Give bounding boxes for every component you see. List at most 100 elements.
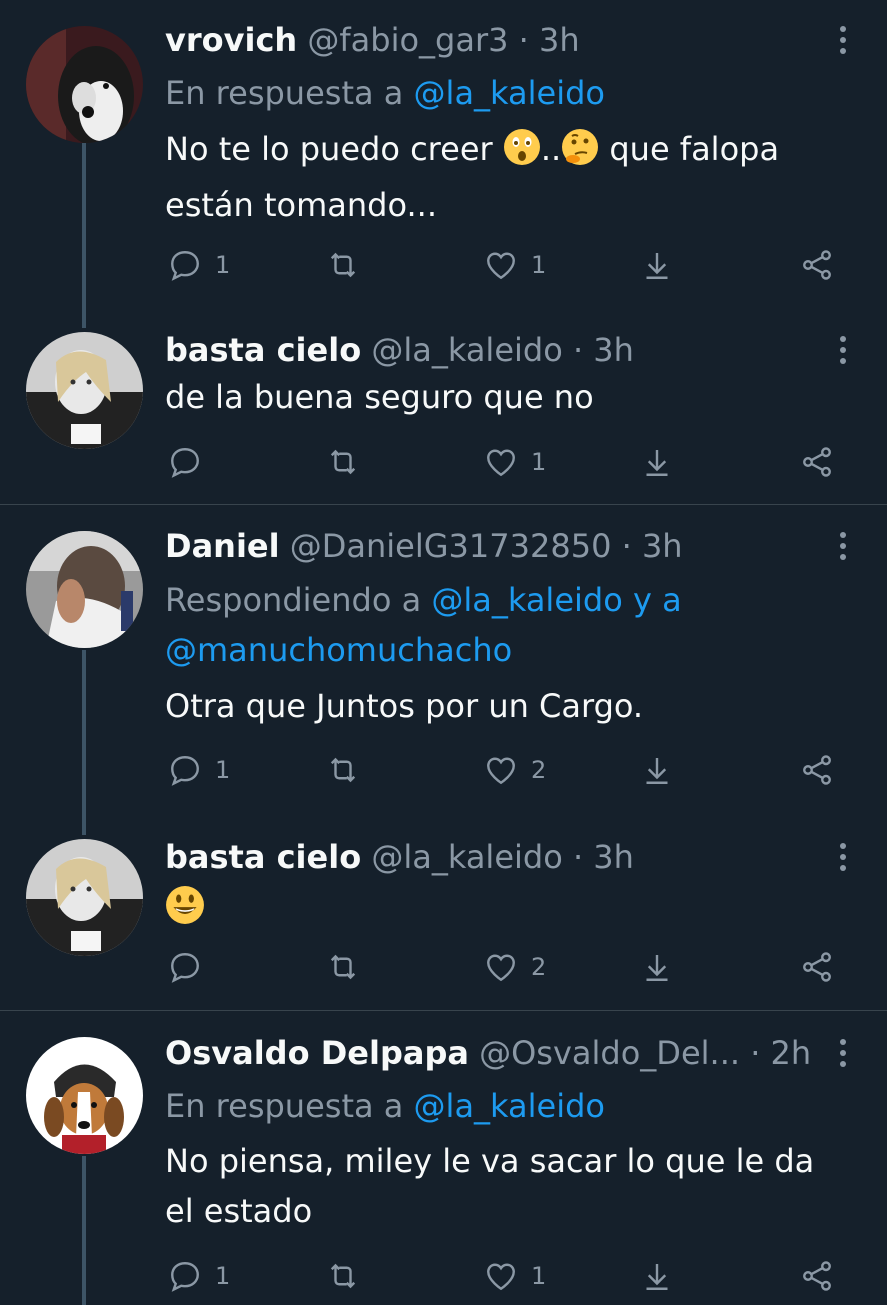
- download-button[interactable]: [639, 1256, 675, 1296]
- separator: ·: [572, 838, 584, 876]
- retweet-button[interactable]: [325, 750, 361, 790]
- share-button[interactable]: [799, 245, 835, 285]
- like-icon: [487, 757, 515, 785]
- reply-count: 1: [215, 756, 231, 784]
- like-icon: [487, 449, 515, 477]
- download-button[interactable]: [639, 750, 675, 790]
- reply-button[interactable]: [167, 442, 215, 482]
- replying-to: En respuesta a @la_kaleido: [165, 1081, 605, 1131]
- download-button[interactable]: [639, 947, 675, 987]
- retweet-button[interactable]: [325, 1256, 361, 1296]
- text-segment: No piensa, miley le va sacar lo que le d…: [165, 1142, 815, 1180]
- tweet-header: vrovich @fabio_gar3 · 3h: [165, 18, 827, 62]
- share-icon: [803, 1261, 831, 1291]
- more-icon[interactable]: [828, 835, 858, 879]
- tweet[interactable]: basta cielo @la_kaleido · 3h de la buena…: [0, 328, 887, 504]
- mention-link[interactable]: @la_kaleido: [414, 1087, 605, 1125]
- separator: ·: [750, 1034, 761, 1072]
- avatar[interactable]: [26, 839, 143, 956]
- thinking-face-icon: [561, 128, 599, 180]
- more-icon[interactable]: [828, 524, 858, 568]
- tweet[interactable]: Osvaldo Delpapa @Osvaldo_Del... · 2h En …: [0, 1011, 887, 1305]
- more-icon[interactable]: [828, 18, 858, 62]
- share-button[interactable]: [799, 750, 835, 790]
- tweet-text: [165, 883, 855, 939]
- author-name[interactable]: Daniel: [165, 527, 280, 565]
- avatar[interactable]: [26, 332, 143, 449]
- author-handle[interactable]: @Osvaldo_Del...: [479, 1034, 740, 1072]
- like-button[interactable]: 1: [483, 442, 546, 482]
- share-icon: [803, 250, 831, 280]
- tweet-actions: 1 2: [165, 750, 845, 790]
- share-button[interactable]: [799, 442, 835, 482]
- tweet-header: basta cielo @la_kaleido · 3h: [165, 835, 827, 879]
- download-icon: [646, 253, 668, 279]
- download-icon: [646, 1264, 668, 1290]
- tweet-text: Otra que Juntos por un Cargo.: [165, 687, 644, 725]
- share-button[interactable]: [799, 1256, 835, 1296]
- timestamp[interactable]: 3h: [642, 527, 683, 565]
- like-button[interactable]: 1: [483, 1256, 546, 1296]
- reply-icon: [171, 756, 199, 786]
- like-count: 2: [531, 953, 547, 981]
- retweet-button[interactable]: [325, 947, 361, 987]
- timestamp[interactable]: 2h: [771, 1034, 812, 1072]
- author-handle[interactable]: @la_kaleido: [371, 838, 562, 876]
- author-name[interactable]: vrovich: [165, 21, 297, 59]
- replying-to-line2: @manuchomuchacho: [165, 625, 512, 675]
- replying-label: En respuesta a: [165, 74, 404, 112]
- text-segment: están tomando...: [165, 186, 437, 224]
- mention-link[interactable]: @la_kaleido y a: [431, 581, 681, 619]
- timestamp[interactable]: 3h: [593, 838, 634, 876]
- reply-button[interactable]: 1: [167, 750, 230, 790]
- like-button[interactable]: 2: [483, 947, 546, 987]
- tweet[interactable]: basta cielo @la_kaleido · 3h 2: [0, 835, 887, 1011]
- tweet-text: No te lo puedo creer .. que falopa están…: [165, 124, 855, 230]
- tweet-actions: 1 1: [165, 245, 845, 285]
- avatar[interactable]: [26, 531, 143, 648]
- separator: ·: [572, 331, 584, 369]
- retweet-button[interactable]: [325, 245, 361, 285]
- reply-icon: [171, 953, 199, 983]
- tweet-text: No piensa, miley le va sacar lo que le d…: [165, 1136, 855, 1236]
- like-button[interactable]: 1: [483, 245, 546, 285]
- tweet[interactable]: Daniel @DanielG31732850 · 3h Respondiend…: [0, 505, 887, 835]
- avatar[interactable]: [26, 26, 143, 143]
- download-button[interactable]: [639, 442, 675, 482]
- like-button[interactable]: 2: [483, 750, 546, 790]
- download-icon: [646, 450, 668, 476]
- reply-icon: [171, 1262, 199, 1292]
- timestamp[interactable]: 3h: [539, 21, 580, 59]
- tweet-actions: 1 1: [165, 1256, 845, 1296]
- more-icon[interactable]: [828, 1031, 858, 1075]
- timestamp[interactable]: 3h: [593, 331, 634, 369]
- share-icon: [803, 952, 831, 982]
- author-handle[interactable]: @DanielG31732850: [290, 527, 612, 565]
- tweet[interactable]: vrovich @fabio_gar3 · 3h En respuesta a …: [0, 0, 887, 328]
- author-handle[interactable]: @la_kaleido: [371, 331, 562, 369]
- author-name[interactable]: basta cielo: [165, 838, 361, 876]
- retweet-button[interactable]: [325, 442, 361, 482]
- author-name[interactable]: Osvaldo Delpapa: [165, 1034, 469, 1072]
- reply-count: 1: [215, 251, 231, 279]
- share-button[interactable]: [799, 947, 835, 987]
- retweet-icon: [330, 1263, 356, 1289]
- author-name[interactable]: basta cielo: [165, 331, 361, 369]
- tweet-actions: 1: [165, 442, 845, 482]
- mention-link[interactable]: @la_kaleido: [414, 74, 605, 112]
- like-count: 1: [531, 251, 547, 279]
- like-count: 2: [531, 756, 547, 784]
- author-handle[interactable]: @fabio_gar3: [307, 21, 508, 59]
- reply-icon: [171, 448, 199, 478]
- reply-button[interactable]: 1: [167, 245, 230, 285]
- mention-link[interactable]: @manuchomuchacho: [165, 631, 512, 669]
- replying-to: En respuesta a @la_kaleido: [165, 68, 605, 118]
- separator: ·: [518, 21, 529, 59]
- reply-button[interactable]: 1: [167, 1256, 230, 1296]
- separator: ·: [621, 527, 632, 565]
- avatar[interactable]: [26, 1037, 143, 1154]
- reply-button[interactable]: [167, 947, 215, 987]
- reply-count: 1: [215, 1262, 231, 1290]
- more-icon[interactable]: [828, 328, 858, 372]
- download-button[interactable]: [639, 245, 675, 285]
